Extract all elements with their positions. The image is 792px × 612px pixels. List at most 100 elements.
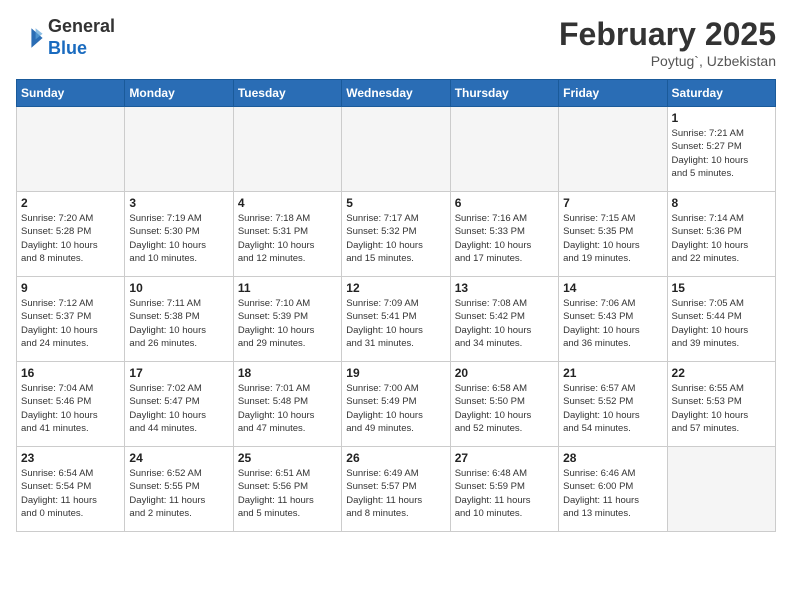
day-number: 26 <box>346 451 445 465</box>
weekday-header: Thursday <box>450 80 558 107</box>
logo-text: General Blue <box>48 16 115 59</box>
day-number: 18 <box>238 366 337 380</box>
weekday-header: Friday <box>559 80 667 107</box>
day-info: Sunrise: 6:49 AMSunset: 5:57 PMDaylight:… <box>346 467 445 520</box>
location: Poytug`, Uzbekistan <box>559 53 776 69</box>
day-info: Sunrise: 7:08 AMSunset: 5:42 PMDaylight:… <box>455 297 554 350</box>
day-info: Sunrise: 7:10 AMSunset: 5:39 PMDaylight:… <box>238 297 337 350</box>
weekday-row: SundayMondayTuesdayWednesdayThursdayFrid… <box>17 80 776 107</box>
day-info: Sunrise: 7:11 AMSunset: 5:38 PMDaylight:… <box>129 297 228 350</box>
day-number: 12 <box>346 281 445 295</box>
calendar: SundayMondayTuesdayWednesdayThursdayFrid… <box>16 79 776 532</box>
calendar-cell: 9 Sunrise: 7:12 AMSunset: 5:37 PMDaylight… <box>17 277 125 362</box>
calendar-cell <box>667 447 775 532</box>
day-number: 6 <box>455 196 554 210</box>
calendar-cell: 10 Sunrise: 7:11 AMSunset: 5:38 PMDayligh… <box>125 277 233 362</box>
day-info: Sunrise: 7:05 AMSunset: 5:44 PMDaylight:… <box>672 297 771 350</box>
calendar-cell: 1Sunrise: 7:21 AMSunset: 5:27 PMDaylight… <box>667 107 775 192</box>
calendar-cell <box>450 107 558 192</box>
day-info: Sunrise: 6:58 AMSunset: 5:50 PMDaylight:… <box>455 382 554 435</box>
day-number: 8 <box>672 196 771 210</box>
calendar-cell: 23Sunrise: 6:54 AMSunset: 5:54 PMDayligh… <box>17 447 125 532</box>
day-info: Sunrise: 7:09 AMSunset: 5:41 PMDaylight:… <box>346 297 445 350</box>
day-info: Sunrise: 7:19 AMSunset: 5:30 PMDaylight:… <box>129 212 228 265</box>
calendar-cell: 25Sunrise: 6:51 AMSunset: 5:56 PMDayligh… <box>233 447 341 532</box>
day-number: 23 <box>21 451 120 465</box>
day-info: Sunrise: 7:16 AMSunset: 5:33 PMDaylight:… <box>455 212 554 265</box>
day-number: 20 <box>455 366 554 380</box>
day-info: Sunrise: 7:06 AMSunset: 5:43 PMDaylight:… <box>563 297 662 350</box>
day-number: 7 <box>563 196 662 210</box>
day-number: 19 <box>346 366 445 380</box>
calendar-cell: 11 Sunrise: 7:10 AMSunset: 5:39 PMDayligh… <box>233 277 341 362</box>
day-info: Sunrise: 7:04 AMSunset: 5:46 PMDaylight:… <box>21 382 120 435</box>
day-number: 9 <box>21 281 120 295</box>
weekday-header: Sunday <box>17 80 125 107</box>
calendar-cell: 22 Sunrise: 6:55 AMSunset: 5:53 PMDayligh… <box>667 362 775 447</box>
day-number: 10 <box>129 281 228 295</box>
logo: General Blue <box>16 16 115 59</box>
calendar-cell: 8 Sunrise: 7:14 AMSunset: 5:36 PMDaylight… <box>667 192 775 277</box>
day-number: 1 <box>672 111 771 125</box>
calendar-week-row: 1Sunrise: 7:21 AMSunset: 5:27 PMDaylight… <box>17 107 776 192</box>
day-number: 24 <box>129 451 228 465</box>
day-number: 5 <box>346 196 445 210</box>
calendar-cell: 3Sunrise: 7:19 AMSunset: 5:30 PMDaylight… <box>125 192 233 277</box>
day-info: Sunrise: 7:14 AMSunset: 5:36 PMDaylight:… <box>672 212 771 265</box>
weekday-header: Wednesday <box>342 80 450 107</box>
calendar-cell <box>559 107 667 192</box>
day-info: Sunrise: 6:55 AMSunset: 5:53 PMDaylight:… <box>672 382 771 435</box>
calendar-cell: 16 Sunrise: 7:04 AMSunset: 5:46 PMDayligh… <box>17 362 125 447</box>
calendar-header: SundayMondayTuesdayWednesdayThursdayFrid… <box>17 80 776 107</box>
day-number: 16 <box>21 366 120 380</box>
day-number: 15 <box>672 281 771 295</box>
calendar-cell <box>233 107 341 192</box>
calendar-cell: 27 Sunrise: 6:48 AMSunset: 5:59 PMDayligh… <box>450 447 558 532</box>
day-number: 14 <box>563 281 662 295</box>
calendar-body: 1Sunrise: 7:21 AMSunset: 5:27 PMDaylight… <box>17 107 776 532</box>
day-info: Sunrise: 7:01 AMSunset: 5:48 PMDaylight:… <box>238 382 337 435</box>
calendar-cell: 2 Sunrise: 7:20 AMSunset: 5:28 PMDaylight… <box>17 192 125 277</box>
month-year: February 2025 <box>559 16 776 53</box>
weekday-header: Saturday <box>667 80 775 107</box>
day-number: 4 <box>238 196 337 210</box>
calendar-week-row: 9 Sunrise: 7:12 AMSunset: 5:37 PMDaylight… <box>17 277 776 362</box>
day-number: 22 <box>672 366 771 380</box>
day-number: 13 <box>455 281 554 295</box>
day-info: Sunrise: 7:15 AMSunset: 5:35 PMDaylight:… <box>563 212 662 265</box>
day-info: Sunrise: 7:00 AMSunset: 5:49 PMDaylight:… <box>346 382 445 435</box>
calendar-cell: 6 Sunrise: 7:16 AMSunset: 5:33 PMDaylight… <box>450 192 558 277</box>
calendar-cell: 15 Sunrise: 7:05 AMSunset: 5:44 PMDayligh… <box>667 277 775 362</box>
day-info: Sunrise: 7:12 AMSunset: 5:37 PMDaylight:… <box>21 297 120 350</box>
calendar-cell: 14 Sunrise: 7:06 AMSunset: 5:43 PMDayligh… <box>559 277 667 362</box>
day-info: Sunrise: 6:57 AMSunset: 5:52 PMDaylight:… <box>563 382 662 435</box>
day-info: Sunrise: 6:48 AMSunset: 5:59 PMDaylight:… <box>455 467 554 520</box>
calendar-cell <box>342 107 450 192</box>
day-info: Sunrise: 7:20 AMSunset: 5:28 PMDaylight:… <box>21 212 120 265</box>
calendar-cell: 13 Sunrise: 7:08 AMSunset: 5:42 PMDayligh… <box>450 277 558 362</box>
logo-icon <box>16 24 44 52</box>
day-number: 2 <box>21 196 120 210</box>
calendar-week-row: 23Sunrise: 6:54 AMSunset: 5:54 PMDayligh… <box>17 447 776 532</box>
day-number: 21 <box>563 366 662 380</box>
day-info: Sunrise: 6:46 AMSunset: 6:00 PMDaylight:… <box>563 467 662 520</box>
calendar-cell: 7 Sunrise: 7:15 AMSunset: 5:35 PMDaylight… <box>559 192 667 277</box>
weekday-header: Monday <box>125 80 233 107</box>
calendar-cell: 19 Sunrise: 7:00 AMSunset: 5:49 PMDayligh… <box>342 362 450 447</box>
calendar-cell <box>17 107 125 192</box>
calendar-cell: 4Sunrise: 7:18 AMSunset: 5:31 PMDaylight… <box>233 192 341 277</box>
day-info: Sunrise: 7:17 AMSunset: 5:32 PMDaylight:… <box>346 212 445 265</box>
logo-blue: Blue <box>48 38 87 58</box>
title-block: February 2025 Poytug`, Uzbekistan <box>559 16 776 69</box>
calendar-cell: 20 Sunrise: 6:58 AMSunset: 5:50 PMDayligh… <box>450 362 558 447</box>
calendar-cell: 24Sunrise: 6:52 AMSunset: 5:55 PMDayligh… <box>125 447 233 532</box>
header: General Blue February 2025 Poytug`, Uzbe… <box>16 16 776 69</box>
calendar-cell: 5 Sunrise: 7:17 AMSunset: 5:32 PMDaylight… <box>342 192 450 277</box>
calendar-week-row: 16 Sunrise: 7:04 AMSunset: 5:46 PMDayligh… <box>17 362 776 447</box>
calendar-cell: 28Sunrise: 6:46 AMSunset: 6:00 PMDayligh… <box>559 447 667 532</box>
calendar-cell: 21 Sunrise: 6:57 AMSunset: 5:52 PMDayligh… <box>559 362 667 447</box>
day-number: 27 <box>455 451 554 465</box>
calendar-cell: 17Sunrise: 7:02 AMSunset: 5:47 PMDayligh… <box>125 362 233 447</box>
day-info: Sunrise: 7:02 AMSunset: 5:47 PMDaylight:… <box>129 382 228 435</box>
day-number: 11 <box>238 281 337 295</box>
